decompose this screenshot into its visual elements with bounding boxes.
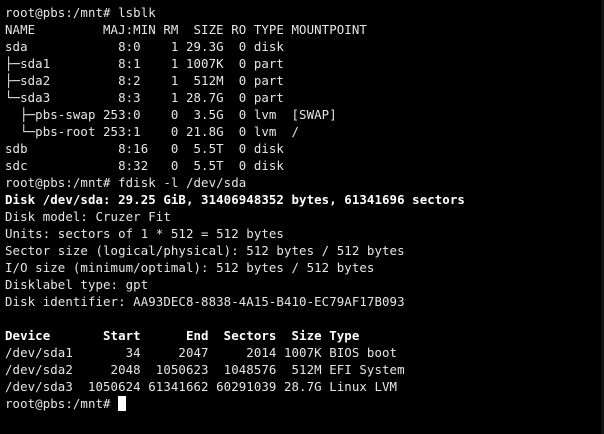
- terminal-line: /dev/sda1 34 2047 2014 1007K BIOS boot: [5, 345, 398, 360]
- terminal-line: Disk /dev/sda: 29.25 GiB, 31406948352 by…: [5, 192, 465, 207]
- terminal-line: Sector size (logical/physical): 512 byte…: [5, 243, 405, 258]
- terminal-line: └─sda3 8:3 1 28.7G 0 part: [5, 90, 284, 105]
- terminal-line: └─pbs-root 253:1 0 21.8G 0 lvm /: [5, 124, 300, 139]
- text-cursor: [118, 396, 127, 411]
- terminal-line: ├─sda1 8:1 1 1007K 0 part: [5, 56, 284, 71]
- terminal-window[interactable]: root@pbs:/mnt# lsblk NAME MAJ:MIN RM SIZE…: [5, 4, 599, 430]
- terminal-line: Disk identifier: AA93DEC8-8838-4A15-B410…: [5, 294, 405, 309]
- prompt-text: root@pbs:/mnt#: [5, 396, 119, 411]
- terminal-line: ├─sda2 8:2 1 512M 0 part: [5, 73, 284, 88]
- terminal-line: I/O size (minimum/optimal): 512 bytes / …: [5, 260, 375, 275]
- terminal-line: root@pbs:/mnt# lsblk: [5, 5, 156, 20]
- terminal-line: Disk model: Cruzer Fit: [5, 209, 171, 224]
- terminal-line: Disklabel type: gpt: [5, 277, 149, 292]
- terminal-output: root@pbs:/mnt# lsblk NAME MAJ:MIN RM SIZE…: [5, 4, 599, 395]
- terminal-line: sda 8:0 1 29.3G 0 disk: [5, 39, 284, 54]
- terminal-line: NAME MAJ:MIN RM SIZE RO TYPE MOUNTPOINT: [5, 22, 367, 37]
- terminal-line: /dev/sda2 2048 1050623 1048576 512M EFI …: [5, 362, 405, 377]
- terminal-prompt-line[interactable]: root@pbs:/mnt#: [5, 395, 599, 412]
- terminal-line: Units: sectors of 1 * 512 = 512 bytes: [5, 226, 284, 241]
- terminal-line: /dev/sda3 1050624 61341662 60291039 28.7…: [5, 379, 398, 394]
- terminal-line: root@pbs:/mnt# fdisk -l /dev/sda: [5, 175, 247, 190]
- terminal-line: sdc 8:32 0 5.5T 0 disk: [5, 158, 284, 173]
- terminal-line: Device Start End Sectors Size Type: [5, 328, 360, 343]
- terminal-line: ├─pbs-swap 253:0 0 3.5G 0 lvm [SWAP]: [5, 107, 337, 122]
- terminal-line: sdb 8:16 0 5.5T 0 disk: [5, 141, 284, 156]
